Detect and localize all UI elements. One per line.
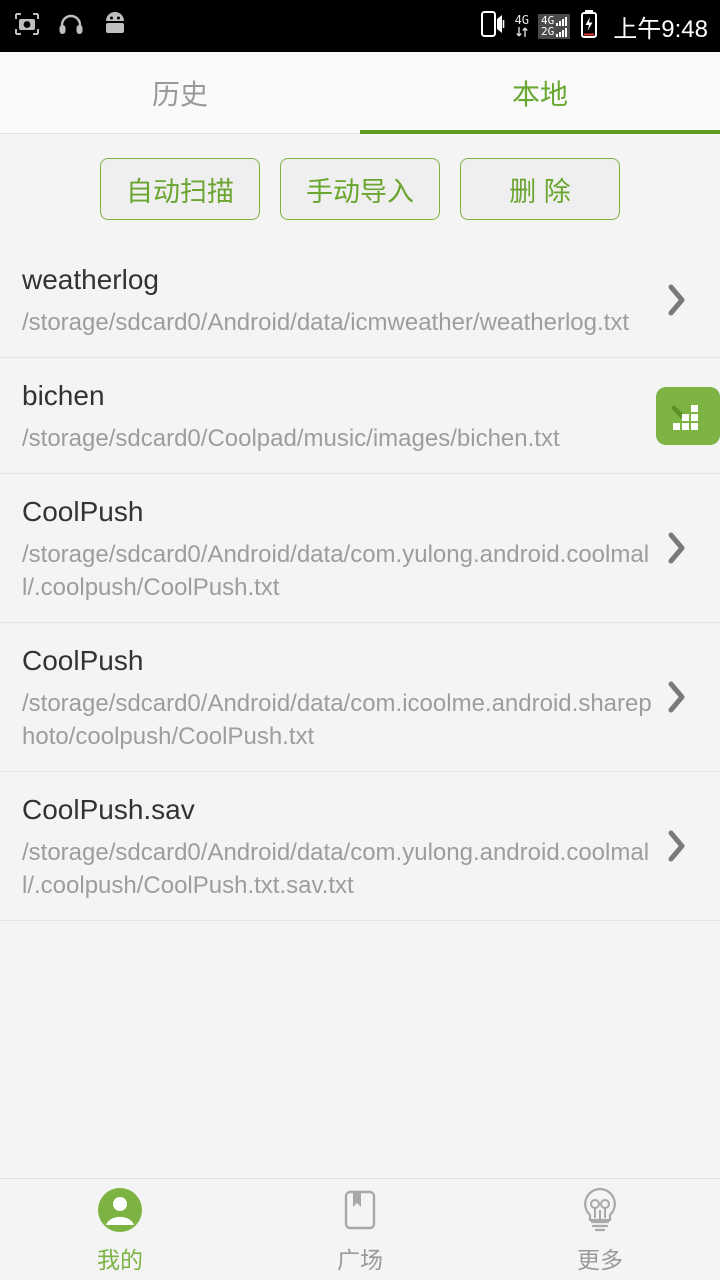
phone-vibrate-icon <box>480 10 506 43</box>
file-path: /storage/sdcard0/Android/data/com.icoolm… <box>22 690 652 750</box>
chevron-right-icon[interactable] <box>654 281 700 319</box>
green-mosaic-badge[interactable] <box>656 386 720 445</box>
nav-item-plaza[interactable]: 广场 <box>240 1185 480 1275</box>
status-bar-left-icons <box>14 11 128 41</box>
dual-sim-signal-icon: 4G 2G <box>538 13 571 39</box>
file-info: weatherlog /storage/sdcard0/Android/data… <box>22 260 654 339</box>
status-bar-right-icons: 4G 4G 2G 上午9:48 <box>480 9 708 44</box>
table-row[interactable]: CoolPush /storage/sdcard0/Android/data/c… <box>0 623 720 772</box>
file-title: CoolPush <box>22 645 144 676</box>
file-path: /storage/sdcard0/Coolpad/music/images/bi… <box>22 425 560 452</box>
file-list: weatherlog /storage/sdcard0/Android/data… <box>0 242 720 921</box>
table-row[interactable]: bichen /storage/sdcard0/Coolpad/music/im… <box>0 358 720 474</box>
battery-charging-icon <box>579 9 599 44</box>
camera-icon <box>14 12 40 41</box>
sim1-bars <box>556 16 568 26</box>
file-info: CoolPush.sav /storage/sdcard0/Android/da… <box>22 790 654 902</box>
bottom-navigation-bar: 我的 广场 更多 <box>0 1178 720 1280</box>
tab-local-label: 本地 <box>511 78 568 110</box>
delete-button[interactable]: 删 除 <box>460 158 620 220</box>
file-path: /storage/sdcard0/Android/data/com.yulong… <box>22 541 650 601</box>
tab-history[interactable]: 历史 <box>0 52 360 133</box>
status-bar: 4G 4G 2G 上午9:48 <box>0 0 720 52</box>
sim2-bars <box>556 27 568 37</box>
bookmark-square-icon <box>336 1185 384 1235</box>
android-robot-icon <box>102 11 128 41</box>
tab-local[interactable]: 本地 <box>360 52 720 134</box>
auto-scan-button[interactable]: 自动扫描 <box>100 158 260 220</box>
file-info: bichen /storage/sdcard0/Coolpad/music/im… <box>22 376 656 455</box>
nav-item-mine[interactable]: 我的 <box>0 1185 240 1275</box>
file-path: /storage/sdcard0/Android/data/icmweather… <box>22 309 629 336</box>
app-screen: 4G 4G 2G 上午9:48 历史 本地 自动扫描 手动导入 删 除 weat… <box>0 0 720 1280</box>
chevron-right-icon[interactable] <box>654 678 700 716</box>
chevron-right-icon[interactable] <box>654 529 700 567</box>
sim1-row: 4G <box>541 15 568 26</box>
nav-item-plaza-label: 广场 <box>337 1246 383 1273</box>
sim2-row: 2G <box>541 26 568 37</box>
tab-history-label: 历史 <box>151 78 208 110</box>
data-network-4g-icon: 4G <box>515 14 529 38</box>
nav-item-more-label: 更多 <box>577 1246 623 1273</box>
manual-import-label: 手动导入 <box>306 176 414 207</box>
file-title: CoolPush.sav <box>22 794 195 825</box>
manual-import-button[interactable]: 手动导入 <box>280 158 440 220</box>
delete-label: 删 除 <box>509 176 571 207</box>
person-circle-icon <box>95 1185 145 1235</box>
headphones-icon <box>58 12 84 41</box>
lightbulb-icon <box>576 1185 624 1235</box>
file-title: weatherlog <box>22 264 159 295</box>
nav-item-mine-label: 我的 <box>97 1246 143 1273</box>
file-title: bichen <box>22 380 105 411</box>
file-path: /storage/sdcard0/Android/data/com.yulong… <box>22 839 650 899</box>
file-info: CoolPush /storage/sdcard0/Android/data/c… <box>22 641 654 753</box>
status-bar-clock: 上午9:48 <box>613 15 708 43</box>
nav-item-more[interactable]: 更多 <box>480 1185 720 1275</box>
auto-scan-label: 自动扫描 <box>126 176 234 207</box>
tab-bar: 历史 本地 <box>0 52 720 134</box>
file-title: CoolPush <box>22 496 144 527</box>
table-row[interactable]: CoolPush.sav /storage/sdcard0/Android/da… <box>0 772 720 921</box>
file-info: CoolPush /storage/sdcard0/Android/data/c… <box>22 492 654 604</box>
action-button-bar: 自动扫描 手动导入 删 除 <box>0 134 720 242</box>
chevron-right-icon[interactable] <box>654 827 700 865</box>
table-row[interactable]: weatherlog /storage/sdcard0/Android/data… <box>0 242 720 358</box>
table-row[interactable]: CoolPush /storage/sdcard0/Android/data/c… <box>0 474 720 623</box>
